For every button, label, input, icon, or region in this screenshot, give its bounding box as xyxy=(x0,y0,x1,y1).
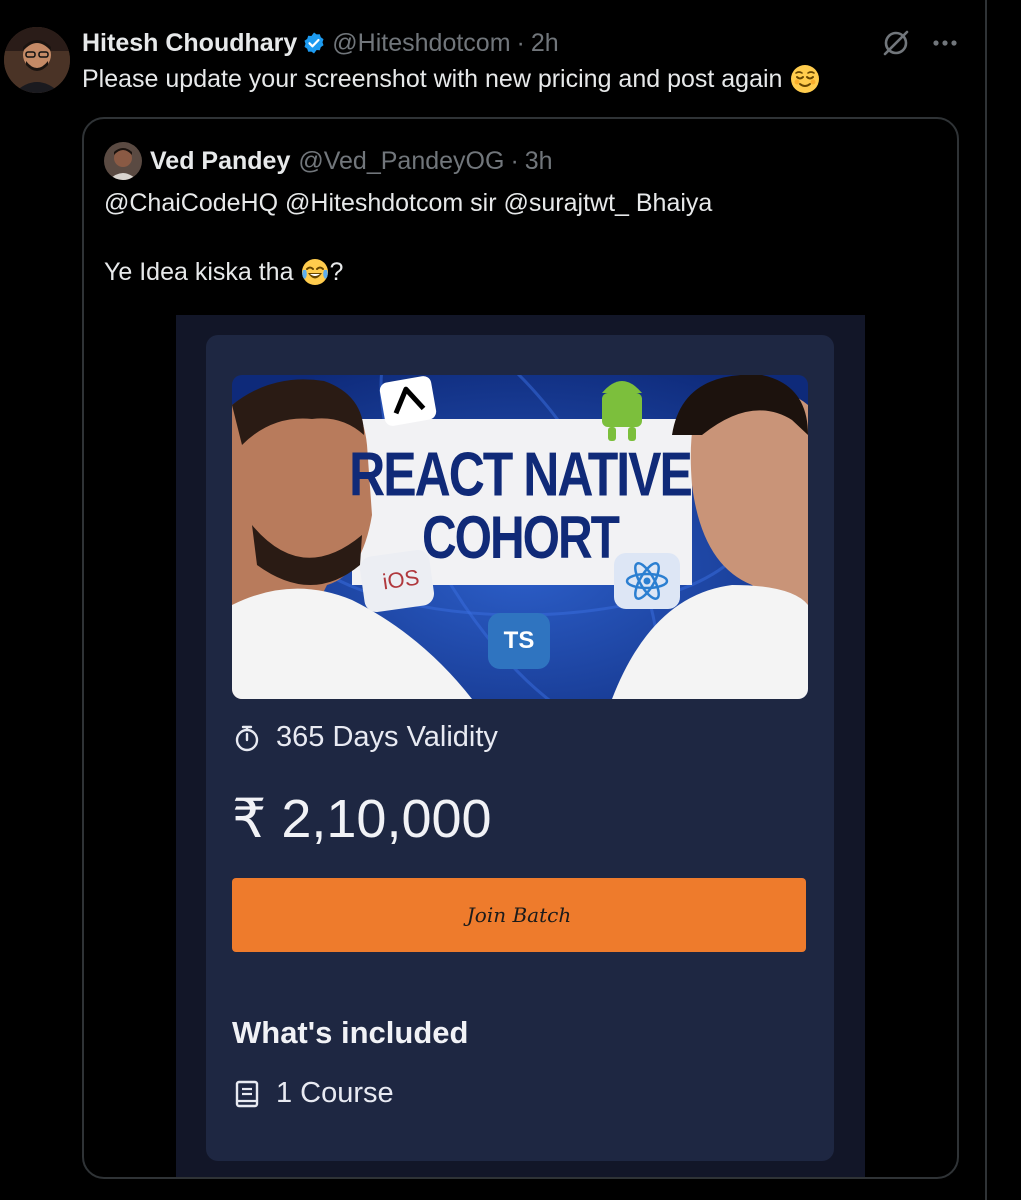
quoted-avatar-image xyxy=(104,142,142,180)
whats-included-heading: What's included xyxy=(232,1015,469,1050)
tweet-time[interactable]: 2h xyxy=(531,29,559,58)
validity-row: 365 Days Validity xyxy=(232,721,498,754)
quoted-author-avatar[interactable] xyxy=(104,142,142,180)
quoted-author-handle[interactable]: @Ved_PandeyOG xyxy=(298,147,504,176)
author-handle[interactable]: @Hiteshdotcom xyxy=(332,29,510,58)
quoted-author-name[interactable]: Ved Pandey xyxy=(150,147,290,176)
banner-title-line1: REACT NATIVE xyxy=(349,439,693,509)
book-icon xyxy=(235,1080,259,1107)
course-count-row: 1 Course xyxy=(232,1077,394,1110)
course-banner: REACT NATIVE COHORT iOS TS xyxy=(232,375,808,699)
tears-of-joy-emoji xyxy=(301,259,328,285)
quoted-tweet-text-line1: @ChaiCodeHQ @Hiteshdotcom sir @surajtwt_… xyxy=(104,189,713,217)
quoted-separator-dot: · xyxy=(510,146,519,175)
relieved-face-emoji xyxy=(791,65,820,93)
author-avatar[interactable] xyxy=(4,27,70,93)
quoted-line2-text: Ye Idea kiska tha xyxy=(104,257,294,286)
stopwatch-icon xyxy=(235,725,259,751)
tweet-actions-top xyxy=(880,27,960,59)
quoted-line2-suffix: ? xyxy=(329,257,344,286)
timeline-divider xyxy=(985,0,987,1200)
quoted-tweet-text-line2: Ye Idea kiska tha ? xyxy=(104,257,343,287)
author-name[interactable]: Hitesh Choudhary xyxy=(82,29,297,58)
grok-icon[interactable] xyxy=(880,27,912,59)
tweet-header: Hitesh Choudhary @Hiteshdotcom · 2h xyxy=(82,28,559,58)
more-options-icon[interactable] xyxy=(930,28,960,58)
join-batch-button[interactable]: Join Batch xyxy=(232,878,806,952)
quoted-tweet[interactable]: Ved Pandey @Ved_PandeyOG · 3h @ChaiCodeH… xyxy=(82,117,959,1179)
expo-logo-icon xyxy=(379,376,437,426)
quoted-tweet-header: Ved Pandey @Ved_PandeyOG · 3h xyxy=(104,142,553,180)
banner-title-line2: COHORT xyxy=(422,505,620,572)
avatar-image xyxy=(4,27,70,93)
tweet[interactable]: Hitesh Choudhary @Hiteshdotcom · 2h Plea… xyxy=(0,0,985,1200)
separator-dot: · xyxy=(516,28,525,57)
course-count-text: 1 Course xyxy=(276,1077,394,1109)
course-price: ₹ 2,10,000 xyxy=(232,789,492,849)
validity-text: 365 Days Validity xyxy=(276,721,498,753)
tweet-text: Please update your screenshot with new p… xyxy=(82,64,820,94)
verified-badge-icon xyxy=(304,32,324,54)
course-card: REACT NATIVE COHORT iOS TS 365 Days Vali… xyxy=(206,335,834,1161)
ts-badge-label: TS xyxy=(503,627,535,654)
quoted-tweet-time[interactable]: 3h xyxy=(525,147,553,176)
tweet-text-content: Please update your screenshot with new p… xyxy=(82,64,783,93)
quoted-media-image[interactable]: REACT NATIVE COHORT iOS TS 365 Days Vali… xyxy=(176,315,865,1177)
